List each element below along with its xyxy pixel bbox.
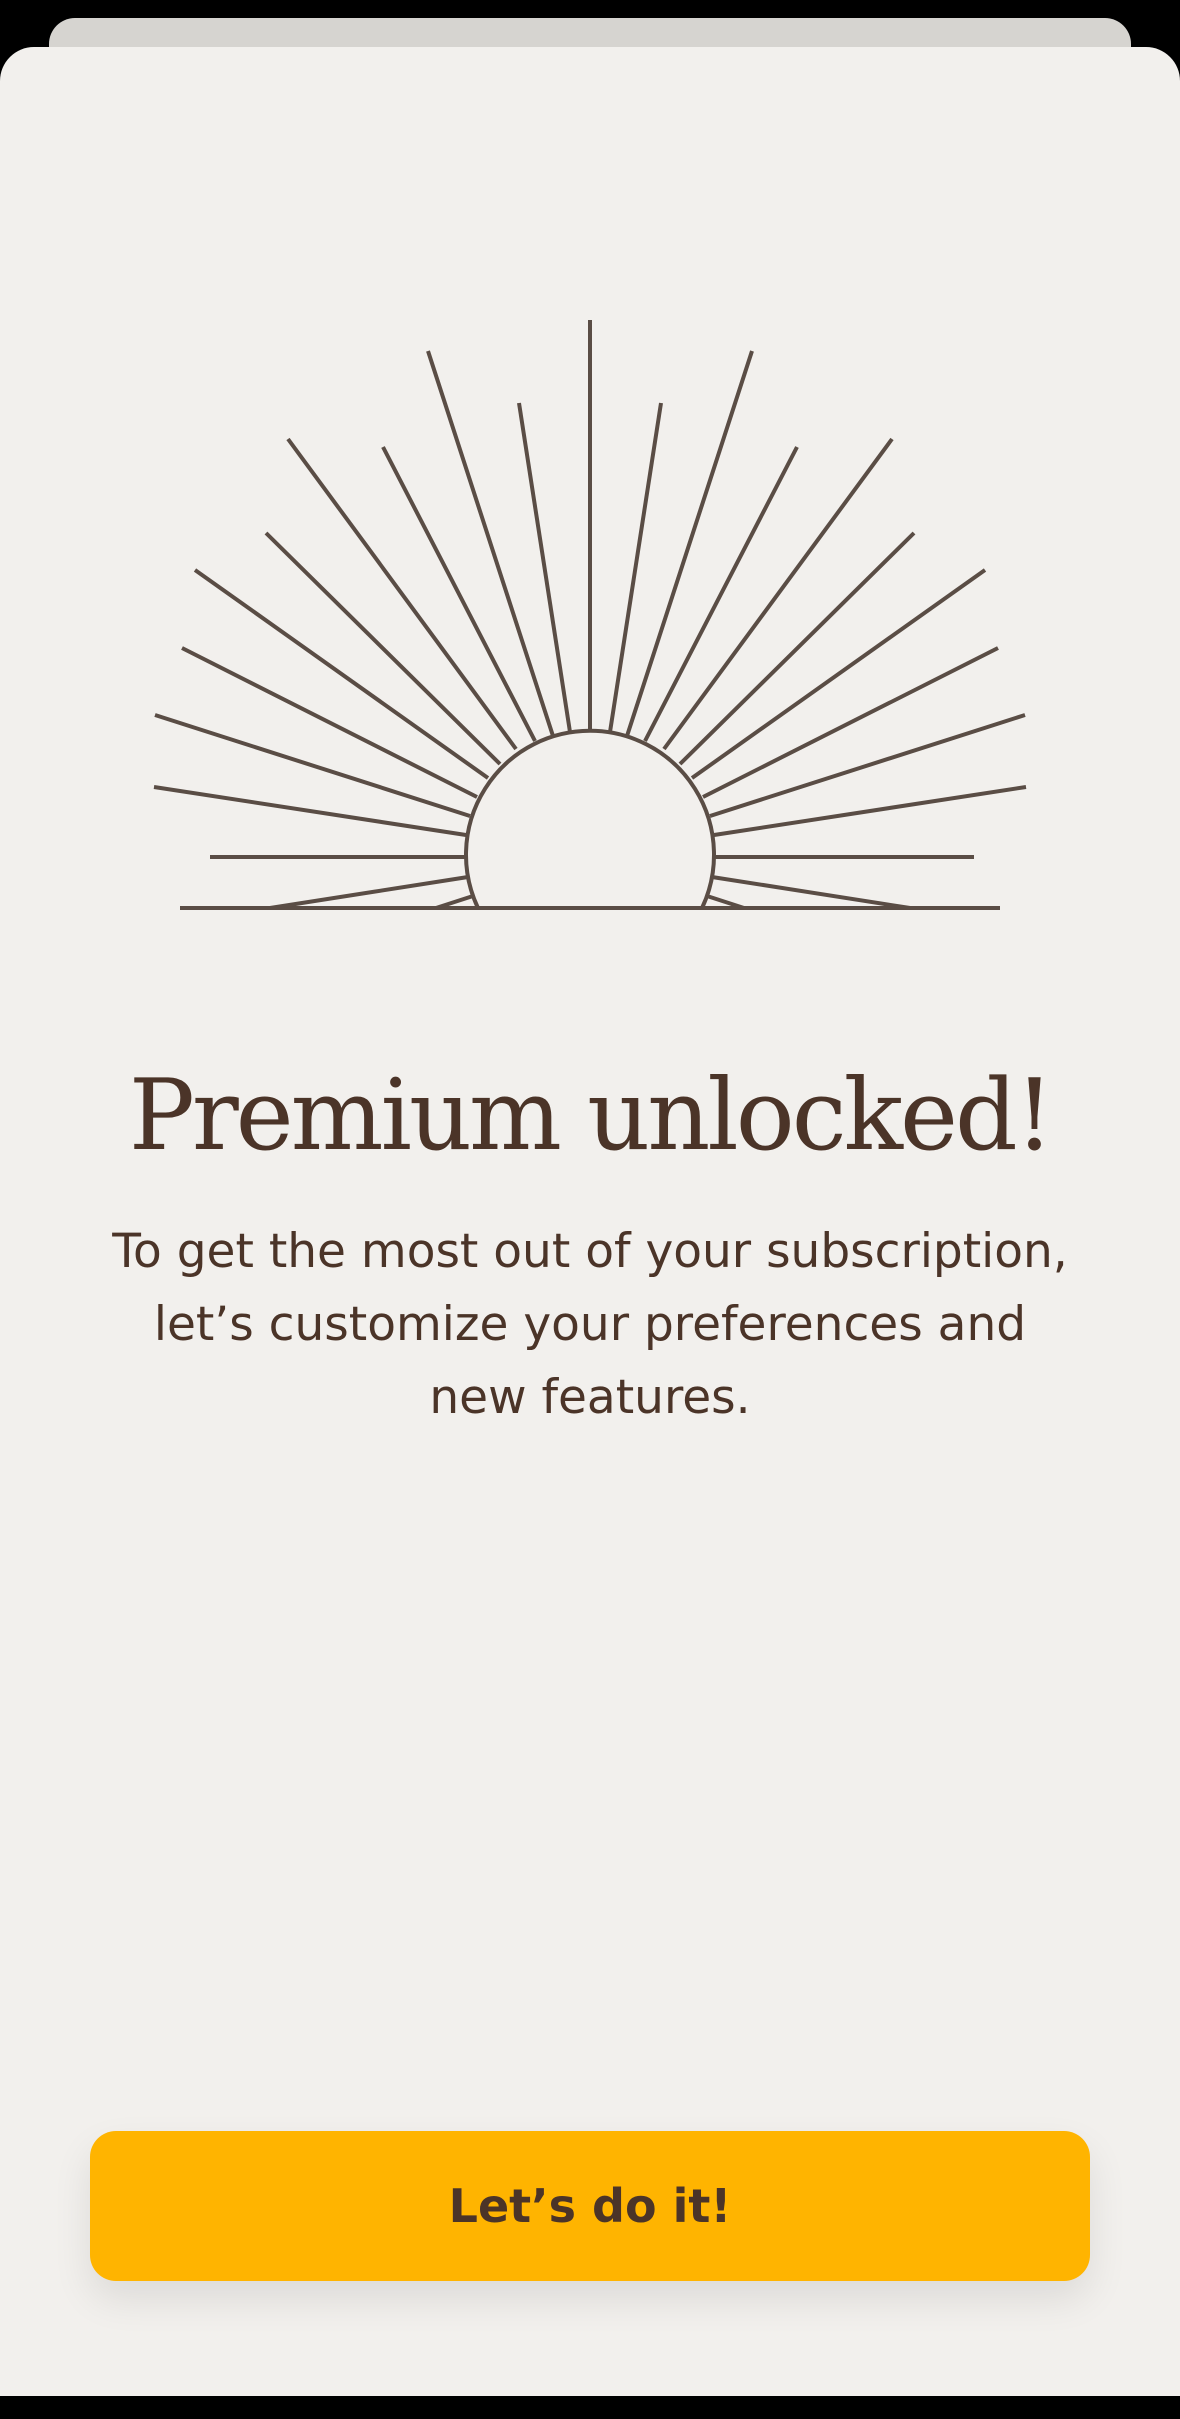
lets-do-it-button[interactable]: Let’s do it! [90, 2131, 1090, 2281]
home-indicator[interactable] [380, 2404, 800, 2419]
sunburst-icon [148, 313, 1032, 915]
page-title: Premium unlocked! [128, 1059, 1054, 1173]
premium-unlocked-sheet: Premium unlocked! To get the most out of… [0, 47, 1180, 2419]
subtitle-text: To get the most out of your subscription… [112, 1224, 1068, 1425]
